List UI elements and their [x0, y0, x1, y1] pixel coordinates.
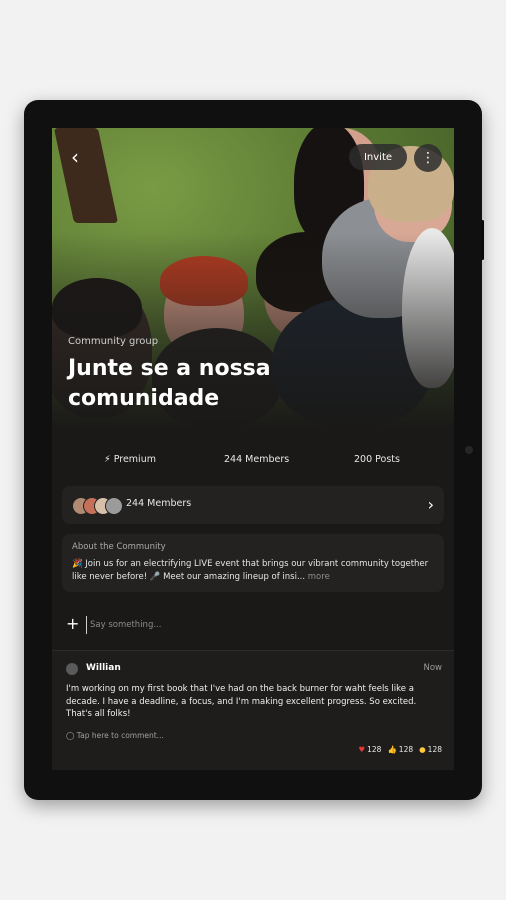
volume-button [481, 220, 484, 260]
premium-label: Premium [113, 454, 156, 465]
heart-count: 128 [367, 745, 382, 754]
premium-stat: ⚡ Premium [104, 454, 156, 465]
post-timestamp: Now [423, 663, 442, 673]
about-text: 🎉 Join us for an electrifying LIVE event… [72, 559, 429, 582]
heart-icon: ♥ [358, 745, 366, 754]
tablet-frame: ‹ Invite ⋮ Community group Junte se a no… [24, 100, 484, 800]
chevron-right-icon: › [427, 495, 434, 514]
comment-icon: ◯ [66, 731, 75, 740]
post-card: Willian Now I'm working on my first book… [52, 650, 454, 770]
reactions: ♥ 128 👍 128 ● 128 [358, 745, 442, 754]
app-screen: ‹ Invite ⋮ Community group Junte se a no… [52, 128, 454, 770]
avatar[interactable] [66, 663, 78, 675]
compose-input[interactable] [86, 616, 392, 634]
members-row[interactable]: 244 Members › [62, 486, 444, 524]
community-stats: ⚡ Premium 244 Members 200 Posts [52, 450, 454, 472]
post-author[interactable]: Willian [86, 663, 121, 673]
community-title: Junte se a nossa comunidade [68, 356, 271, 411]
members-count-label: 244 Members [126, 498, 192, 509]
reaction-heart[interactable]: ♥ 128 [358, 745, 381, 754]
invite-button[interactable]: Invite [349, 144, 407, 170]
other-reaction-count: 128 [427, 745, 442, 754]
comment-prompt-label: Tap here to comment... [76, 731, 164, 740]
about-community-card: About the Community 🎉 Join us for an ele… [62, 534, 444, 592]
reaction-other[interactable]: ● 128 [419, 745, 442, 754]
about-description: 🎉 Join us for an electrifying LIVE event… [72, 558, 438, 584]
chevron-left-icon: ‹ [71, 145, 79, 169]
more-vertical-icon: ⋮ [421, 150, 435, 166]
front-camera [465, 446, 473, 454]
clap-icon: ● [419, 745, 426, 754]
avatar [105, 497, 123, 515]
members-stat: 244 Members [224, 454, 290, 465]
back-button[interactable]: ‹ [62, 144, 88, 170]
about-title: About the Community [72, 542, 166, 552]
lightning-icon: ⚡ [104, 454, 111, 465]
thumbs-up-count: 128 [398, 745, 414, 754]
more-options-button[interactable]: ⋮ [414, 144, 442, 172]
plus-icon[interactable]: + [66, 614, 79, 634]
comment-prompt[interactable]: ◯ Tap here to comment... [66, 731, 164, 740]
thumbs-up-icon: 👍 [387, 745, 397, 754]
community-type-label: Community group [68, 336, 159, 347]
compose-bar: + [66, 614, 446, 636]
read-more-link[interactable]: more [308, 572, 330, 582]
member-avatars [72, 497, 123, 515]
reaction-thumbs-up[interactable]: 👍 128 [387, 745, 413, 754]
post-body: I'm working on my first book that I've h… [66, 684, 417, 719]
posts-stat: 200 Posts [354, 454, 400, 465]
